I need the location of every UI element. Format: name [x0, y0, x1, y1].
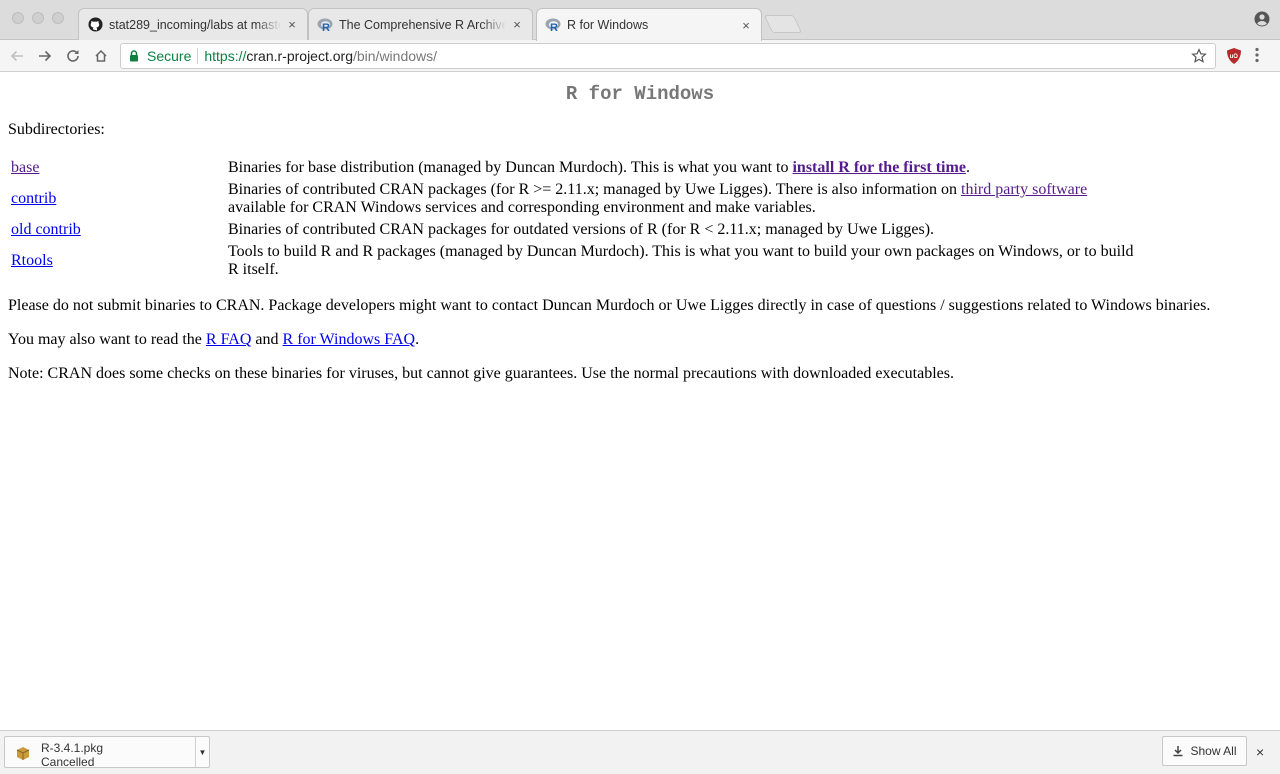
row-description: Binaries of contributed CRAN packages fo… — [228, 221, 935, 238]
window-close-button[interactable] — [12, 12, 24, 24]
download-item[interactable]: R-3.4.1.pkg Cancelled ▼ — [4, 736, 210, 769]
menu-kebab-icon[interactable] — [1254, 47, 1260, 68]
page-title: R for Windows — [565, 83, 715, 105]
table-row: old contrib Binaries of contributed CRAN… — [8, 219, 1137, 241]
download-filename: R-3.4.1.pkg — [41, 741, 104, 755]
row-description-end: . — [965, 159, 970, 176]
download-status: Cancelled — [41, 755, 95, 769]
page-content: R for Windows Subdirectories: base Binar… — [0, 73, 1280, 730]
tab-close-icon[interactable]: × — [285, 17, 299, 32]
tab-title: stat289_incoming/labs at master — [109, 17, 281, 32]
r-logo-icon: R — [317, 17, 333, 33]
address-bar[interactable]: Secure https://cran.r-project.org/bin/wi… — [120, 43, 1216, 69]
rtools-link[interactable]: Rtools — [11, 252, 53, 269]
old-contrib-link[interactable]: old contrib — [11, 221, 81, 238]
row-description: Tools to build R and R packages (managed… — [228, 243, 1134, 278]
browser-tab-strip: stat289_incoming/labs at master × R The … — [0, 0, 1280, 41]
url-host: cran.r-project.org — [246, 48, 353, 64]
window-zoom-button[interactable] — [52, 12, 64, 24]
url-text[interactable]: https://cran.r-project.org/bin/windows/ — [204, 48, 437, 64]
subdirectories-heading: Subdirectories: — [8, 121, 105, 138]
tab-title: R for Windows — [567, 18, 649, 32]
reload-icon[interactable] — [63, 46, 83, 66]
table-row: contrib Binaries of contributed CRAN pac… — [8, 179, 1137, 219]
ublock-extension-icon[interactable]: uO — [1226, 47, 1242, 70]
submit-note-paragraph: Please do not submit binaries to CRAN. P… — [8, 297, 1211, 314]
github-icon — [87, 17, 103, 33]
svg-text:R: R — [322, 22, 330, 32]
new-tab-button[interactable] — [763, 15, 803, 33]
download-shelf: R-3.4.1.pkg Cancelled ▼ Show All × — [0, 730, 1280, 774]
tab-github[interactable]: stat289_incoming/labs at master × — [78, 8, 308, 40]
row-description-end: available for CRAN Windows services and … — [228, 199, 816, 216]
home-icon[interactable] — [91, 46, 111, 66]
contrib-link[interactable]: contrib — [11, 190, 56, 207]
tab-close-icon[interactable]: × — [510, 17, 524, 32]
faq-text-start: You may also want to read the — [8, 331, 206, 348]
table-row: Rtools Tools to build R and R packages (… — [8, 241, 1137, 281]
download-icon — [1173, 746, 1183, 757]
faq-text-middle: and — [251, 331, 283, 348]
url-path: /bin/windows/ — [352, 48, 438, 64]
show-all-downloads-button[interactable]: Show All — [1162, 736, 1247, 766]
omnibox-divider — [197, 48, 199, 64]
r-faq-link[interactable]: R FAQ — [206, 331, 252, 348]
window-minimize-button[interactable] — [32, 12, 44, 24]
tab-close-icon[interactable]: × — [739, 18, 753, 33]
tab-cran[interactable]: R The Comprehensive R Archive Network × — [308, 8, 533, 40]
r-for-windows-faq-link[interactable]: R for Windows FAQ — [283, 331, 416, 348]
chevron-down-icon[interactable]: ▼ — [195, 737, 209, 767]
faq-text-end: . — [415, 331, 420, 348]
virus-note-paragraph: Note: CRAN does some checks on these bin… — [8, 365, 954, 382]
browser-toolbar: Secure https://cran.r-project.org/bin/wi… — [0, 40, 1280, 72]
show-all-label: Show All — [1190, 744, 1237, 758]
tab-title: The Comprehensive R Archive Network — [339, 17, 506, 32]
faq-paragraph: You may also want to read the R FAQ and … — [8, 331, 419, 349]
back-arrow-icon[interactable] — [7, 46, 27, 66]
forward-arrow-icon[interactable] — [35, 46, 55, 66]
close-icon[interactable]: × — [1256, 744, 1264, 760]
secure-label[interactable]: Secure — [147, 48, 191, 64]
base-link[interactable]: base — [11, 159, 39, 176]
r-logo-icon: R — [545, 17, 561, 33]
svg-text:R: R — [550, 22, 558, 32]
third-party-software-link[interactable]: third party software — [961, 181, 1087, 198]
subdirectories-table: base Binaries for base distribution (man… — [8, 157, 1137, 281]
row-description: Binaries of contributed CRAN packages (f… — [228, 181, 961, 198]
svg-text:uO: uO — [1230, 54, 1239, 60]
install-r-first-time-link[interactable]: install R for the first time — [792, 159, 965, 176]
tab-r-for-windows[interactable]: R R for Windows × — [536, 8, 762, 41]
lock-icon[interactable] — [129, 50, 141, 62]
bookmark-star-icon[interactable] — [1191, 48, 1207, 67]
table-row: base Binaries for base distribution (man… — [8, 157, 1137, 179]
profile-icon[interactable] — [1254, 11, 1270, 32]
row-description: Binaries for base distribution (managed … — [228, 159, 793, 176]
package-file-icon — [15, 745, 31, 766]
url-scheme: https:// — [204, 48, 247, 64]
